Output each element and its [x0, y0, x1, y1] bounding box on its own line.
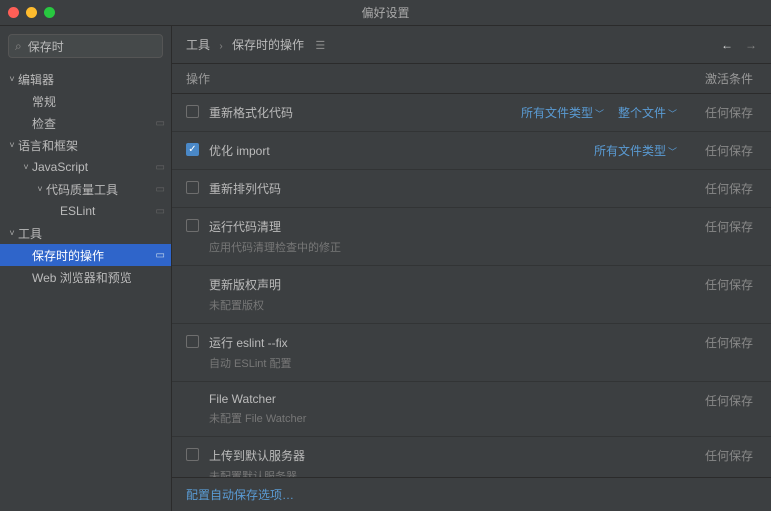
table-row: 优化 import 所有文件类型﹀ 任何保存	[172, 132, 771, 170]
action-option-dropdown[interactable]: 所有文件类型﹀	[594, 142, 677, 159]
chevron-right-icon: ›	[219, 41, 222, 52]
project-badge-icon: ▭	[156, 206, 165, 217]
breadcrumb: 工具 › 保存时的操作 ☰	[186, 36, 325, 53]
breadcrumb-root[interactable]: 工具	[186, 38, 210, 52]
activation-condition: 任何保存	[691, 437, 771, 478]
action-title: 优化 import	[209, 142, 270, 159]
nav-arrows: ← →	[721, 38, 757, 52]
action-title: 运行代码清理	[209, 218, 281, 235]
settings-tree: ˅编辑器常规检查▭˅语言和框架˅JavaScript▭˅代码质量工具▭ESLin…	[0, 66, 171, 511]
table-row: 更新版权声明未配置版权任何保存	[172, 266, 771, 324]
table-row: 重新排列代码 任何保存	[172, 170, 771, 208]
breadcrumb-leaf: 保存时的操作	[232, 38, 304, 52]
action-title: 上传到默认服务器	[209, 447, 305, 464]
col-condition: 激活条件	[691, 64, 771, 94]
gear-icon[interactable]: ☰	[315, 40, 325, 52]
action-checkbox[interactable]	[186, 143, 199, 156]
tree-node[interactable]: 常规	[0, 90, 171, 112]
chevron-down-icon: ﹀	[595, 109, 604, 119]
tree-node[interactable]: 检查▭	[0, 112, 171, 134]
action-title: 运行 eslint --fix	[209, 334, 288, 351]
activation-condition: 任何保存	[691, 324, 771, 382]
tree-node-label: 编辑器	[18, 71, 165, 88]
action-option-dropdown[interactable]: 整个文件﹀	[618, 104, 677, 121]
tree-node-label: 工具	[18, 225, 165, 242]
footer: 配置自动保存选项…	[172, 477, 771, 511]
chevron-down-icon: ˅	[6, 228, 18, 238]
action-title: 重新格式化代码	[209, 104, 293, 121]
titlebar: 偏好设置	[0, 0, 771, 26]
tree-node[interactable]: ˅JavaScript▭	[0, 156, 171, 178]
action-option-dropdown[interactable]: 所有文件类型﹀	[521, 104, 604, 121]
tree-node[interactable]: ˅编辑器	[0, 68, 171, 90]
actions-table: 操作 激活条件 重新格式化代码所有文件类型﹀整个文件﹀任何保存优化 import…	[172, 64, 771, 477]
action-checkbox[interactable]	[186, 105, 199, 118]
window-title: 偏好设置	[0, 4, 771, 21]
tree-node-label: JavaScript	[32, 160, 156, 174]
search-box[interactable]: ⌕	[8, 34, 163, 58]
tree-node-label: 常规	[32, 93, 165, 110]
tree-node[interactable]: ˅工具	[0, 222, 171, 244]
table-row: 上传到默认服务器未配置默认服务器 任何保存	[172, 437, 771, 478]
activation-condition: 任何保存	[691, 208, 771, 266]
action-title: 更新版权声明	[209, 276, 281, 293]
project-badge-icon: ▭	[156, 250, 165, 261]
activation-condition: 任何保存	[691, 266, 771, 324]
configure-autosave-link[interactable]: 配置自动保存选项…	[186, 488, 294, 502]
action-subtitle: 未配置 File Watcher	[209, 410, 677, 426]
action-title: 重新排列代码	[209, 180, 281, 197]
action-subtitle: 应用代码清理检查中的修正	[209, 239, 677, 255]
sidebar: ⌕ ˅编辑器常规检查▭˅语言和框架˅JavaScript▭˅代码质量工具▭ESL…	[0, 26, 172, 511]
chevron-down-icon: ﹀	[668, 109, 677, 119]
chevron-down-icon: ﹀	[668, 147, 677, 157]
action-checkbox[interactable]	[186, 448, 199, 461]
table-row: 运行代码清理应用代码清理检查中的修正任何保存	[172, 208, 771, 266]
chevron-down-icon: ˅	[20, 162, 32, 172]
project-badge-icon: ▭	[156, 184, 165, 195]
chevron-down-icon: ˅	[34, 184, 46, 194]
activation-condition: 任何保存	[691, 94, 771, 132]
action-checkbox[interactable]	[186, 219, 199, 232]
chevron-down-icon: ˅	[6, 140, 18, 150]
chevron-down-icon: ˅	[6, 74, 18, 84]
tree-node-label: 代码质量工具	[46, 181, 156, 198]
action-title: File Watcher	[209, 392, 276, 406]
tree-node-label: 保存时的操作	[32, 247, 156, 264]
tree-node[interactable]: ˅代码质量工具▭	[0, 178, 171, 200]
table-row: 运行 eslint --fix 自动 ESLint 配置任何保存	[172, 324, 771, 382]
project-badge-icon: ▭	[156, 118, 165, 129]
tree-node-label: 语言和框架	[18, 137, 165, 154]
tree-node[interactable]: 保存时的操作▭	[0, 244, 171, 266]
action-checkbox[interactable]	[186, 181, 199, 194]
action-subtitle: 未配置版权	[209, 297, 677, 313]
tree-node-label: ESLint	[60, 204, 156, 218]
nav-forward-icon: →	[745, 38, 757, 52]
tree-node[interactable]: ˅语言和框架	[0, 134, 171, 156]
activation-condition: 任何保存	[691, 170, 771, 208]
search-input[interactable]	[28, 39, 156, 53]
search-icon: ⌕	[15, 39, 22, 54]
main-header: 工具 › 保存时的操作 ☰ ← →	[172, 26, 771, 64]
col-action: 操作	[172, 64, 691, 94]
activation-condition: 任何保存	[691, 382, 771, 437]
tree-node[interactable]: ESLint▭	[0, 200, 171, 222]
tree-node[interactable]: Web 浏览器和预览	[0, 266, 171, 288]
tree-node-label: Web 浏览器和预览	[32, 269, 165, 286]
project-badge-icon: ▭	[156, 162, 165, 173]
table-row: File Watcher 未配置 File Watcher 任何保存	[172, 382, 771, 437]
action-subtitle: 未配置默认服务器	[209, 468, 677, 477]
nav-back-icon[interactable]: ←	[721, 38, 733, 52]
main-panel: 工具 › 保存时的操作 ☰ ← → 操作 激活条件	[172, 26, 771, 511]
action-checkbox[interactable]	[186, 335, 199, 348]
table-row: 重新格式化代码 所有文件类型﹀ 整个文件﹀ 任何保存	[172, 94, 771, 132]
tree-node-label: 检查	[32, 115, 156, 132]
activation-condition: 任何保存	[691, 132, 771, 170]
action-subtitle: 自动 ESLint 配置	[209, 355, 677, 371]
